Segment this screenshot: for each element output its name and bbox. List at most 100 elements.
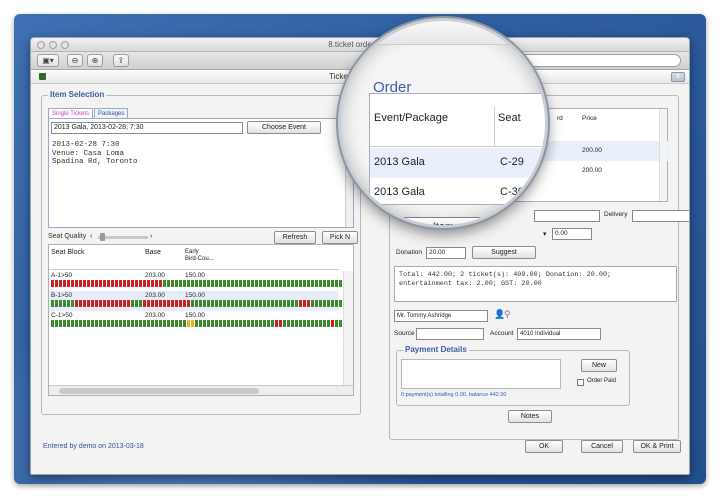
seat-cell[interactable]	[235, 320, 238, 327]
seat-cell[interactable]	[255, 280, 258, 287]
seat-cell[interactable]	[219, 300, 222, 307]
account-select[interactable]: 4010 Individual	[517, 328, 601, 340]
seat-cell[interactable]	[67, 320, 70, 327]
seat-cell[interactable]	[51, 320, 54, 327]
seat-cell[interactable]	[295, 300, 298, 307]
seat-cell[interactable]	[287, 280, 290, 287]
seat-cell[interactable]	[227, 320, 230, 327]
seat-cell[interactable]	[315, 300, 318, 307]
seat-cell[interactable]	[95, 280, 98, 287]
seat-cell[interactable]	[271, 280, 274, 287]
seat-cell[interactable]	[63, 280, 66, 287]
seat-cell[interactable]	[115, 300, 118, 307]
seat-cell[interactable]	[183, 320, 186, 327]
seat-cell[interactable]	[91, 320, 94, 327]
seat-cell[interactable]	[151, 320, 154, 327]
seat-cell[interactable]	[267, 320, 270, 327]
suggest-button[interactable]: Suggest	[472, 246, 536, 259]
table-row[interactable]: B-1>50 203.00 150.00	[49, 291, 342, 311]
source-select[interactable]	[416, 328, 484, 340]
seat-cell[interactable]	[307, 320, 310, 327]
seat-cell[interactable]	[119, 300, 122, 307]
seat-cell[interactable]	[143, 320, 146, 327]
seat-cell[interactable]	[131, 300, 134, 307]
seat-cell[interactable]	[271, 300, 274, 307]
table-row[interactable]: 2013 Gala C-30	[370, 178, 545, 208]
seat-cell[interactable]	[307, 300, 310, 307]
seat-cell[interactable]	[139, 320, 142, 327]
seat-cell[interactable]	[275, 300, 278, 307]
sidebar-toggle-icon[interactable]: ▣▾	[37, 54, 59, 67]
ok-button[interactable]: OK	[525, 440, 563, 453]
seat-cell[interactable]	[263, 300, 266, 307]
seat-cell[interactable]	[231, 320, 234, 327]
new-payment-button[interactable]: New	[581, 359, 617, 372]
seat-cell[interactable]	[127, 280, 130, 287]
seat-cell[interactable]	[311, 300, 314, 307]
seat-cell[interactable]	[67, 300, 70, 307]
seat-cell[interactable]	[327, 300, 330, 307]
seat-cell[interactable]	[151, 300, 154, 307]
seat-map-row-c[interactable]	[51, 320, 343, 327]
seat-cell[interactable]	[171, 320, 174, 327]
seat-cell[interactable]	[83, 300, 86, 307]
seat-cell[interactable]	[311, 280, 314, 287]
notes-button[interactable]: Notes	[508, 410, 552, 423]
seat-cell[interactable]	[215, 300, 218, 307]
seat-cell[interactable]	[267, 280, 270, 287]
seat-cell[interactable]	[191, 280, 194, 287]
seat-cell[interactable]	[303, 280, 306, 287]
seat-cell[interactable]	[327, 280, 330, 287]
customer-field[interactable]: Mr. Tommy Ashridge	[394, 310, 488, 322]
seat-cell[interactable]	[179, 280, 182, 287]
seat-cell[interactable]	[223, 280, 226, 287]
seat-cell[interactable]	[223, 300, 226, 307]
seat-cell[interactable]	[119, 280, 122, 287]
seat-cell[interactable]	[335, 320, 338, 327]
seat-cell[interactable]	[167, 280, 170, 287]
seat-cell[interactable]	[127, 320, 130, 327]
seat-cell[interactable]	[159, 300, 162, 307]
seat-cell[interactable]	[155, 300, 158, 307]
seat-cell[interactable]	[103, 300, 106, 307]
seat-cell[interactable]	[319, 320, 322, 327]
refresh-button[interactable]: Refresh	[274, 231, 316, 244]
seat-cell[interactable]	[219, 320, 222, 327]
seat-cell[interactable]	[215, 320, 218, 327]
ok-print-button[interactable]: OK & Print	[633, 440, 681, 453]
seat-cell[interactable]	[115, 320, 118, 327]
seat-cell[interactable]	[255, 300, 258, 307]
seat-cell[interactable]	[203, 280, 206, 287]
seat-cell[interactable]	[255, 320, 258, 327]
seat-cell[interactable]	[191, 300, 194, 307]
seat-cell[interactable]	[299, 320, 302, 327]
seat-cell[interactable]	[143, 280, 146, 287]
pick-n-button[interactable]: Pick N	[322, 231, 358, 244]
seat-cell[interactable]	[63, 300, 66, 307]
choose-event-button[interactable]: Choose Event	[247, 121, 321, 134]
order-table-scrollbar[interactable]	[659, 109, 667, 201]
seat-cell[interactable]	[275, 280, 278, 287]
seat-cell[interactable]	[243, 320, 246, 327]
seat-cell[interactable]	[135, 280, 138, 287]
seat-cell[interactable]	[119, 320, 122, 327]
seat-cell[interactable]	[195, 280, 198, 287]
seat-cell[interactable]	[199, 280, 202, 287]
seat-cell[interactable]	[291, 280, 294, 287]
seat-cell[interactable]	[215, 280, 218, 287]
seat-cell[interactable]	[283, 280, 286, 287]
seat-cell[interactable]	[75, 320, 78, 327]
seat-cell[interactable]	[135, 320, 138, 327]
seat-cell[interactable]	[259, 280, 262, 287]
seat-cell[interactable]	[227, 280, 230, 287]
seat-cell[interactable]	[235, 300, 238, 307]
seat-cell[interactable]	[111, 280, 114, 287]
seat-cell[interactable]	[111, 320, 114, 327]
discount-chevron-down-icon[interactable]: ▾	[543, 230, 547, 238]
hscroll-thumb[interactable]	[59, 388, 259, 394]
seat-cell[interactable]	[111, 300, 114, 307]
seat-cell[interactable]	[275, 320, 278, 327]
payments-list[interactable]	[401, 359, 561, 389]
seat-cell[interactable]	[103, 280, 106, 287]
seat-cell[interactable]	[99, 300, 102, 307]
